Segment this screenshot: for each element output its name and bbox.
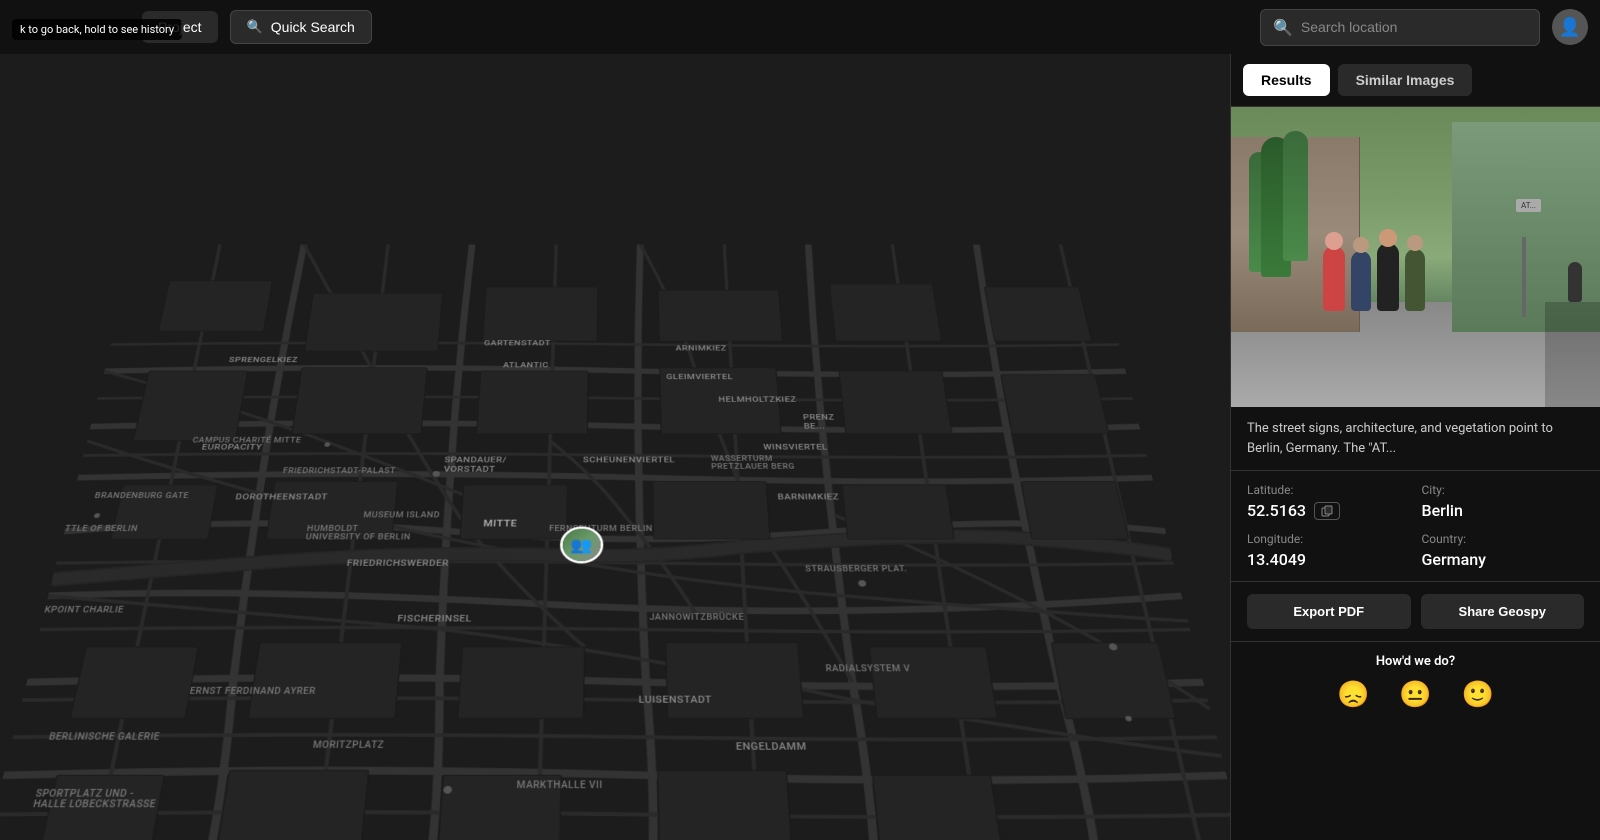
city-item: City: Berlin	[1422, 483, 1585, 520]
share-geospy-button[interactable]: Share Geospy	[1421, 594, 1585, 629]
feedback-bad-button[interactable]: 😞	[1337, 679, 1369, 710]
quick-search-label: Quick Search	[271, 19, 355, 35]
tab-results[interactable]: Results	[1243, 64, 1330, 96]
quick-search-button[interactable]: 🔍 Quick Search	[230, 10, 372, 44]
latitude-label: Latitude:	[1247, 483, 1410, 497]
photo-marker[interactable]: 👥	[560, 526, 604, 563]
location-search-input[interactable]	[1301, 19, 1527, 35]
latitude-item: Latitude: 52.5163	[1247, 483, 1410, 520]
panel-description: The street signs, architecture, and vege…	[1231, 407, 1600, 471]
map-roads-svg	[0, 245, 1230, 840]
search-icon: 🔍	[247, 19, 263, 35]
panel-tabs: Results Similar Images	[1231, 54, 1600, 107]
panel-actions: Export PDF Share Geospy	[1231, 582, 1600, 642]
panel-image: AT...	[1231, 107, 1600, 407]
back-tooltip: k to go back, hold to see history	[12, 19, 182, 40]
user-avatar[interactable]: 👤	[1552, 9, 1588, 45]
map-area[interactable]: SPRENGELKIEZ EUROPACITY GARTENSTADT ATLA…	[0, 54, 1230, 840]
panel-data: Latitude: 52.5163 City: Berlin Longitude…	[1231, 471, 1600, 582]
main-content: SPRENGELKIEZ EUROPACITY GARTENSTADT ATLA…	[0, 54, 1600, 840]
right-panel: Results Similar Images	[1230, 54, 1600, 840]
feedback-neutral-button[interactable]: 😐	[1399, 679, 1431, 710]
feedback-section: How'd we do? 😞 😐 🙂	[1231, 642, 1600, 722]
country-item: Country: Germany	[1422, 532, 1585, 569]
feedback-label: How'd we do?	[1247, 654, 1584, 669]
feedback-good-button[interactable]: 🙂	[1462, 679, 1494, 710]
longitude-label: Longitude:	[1247, 532, 1410, 546]
export-pdf-button[interactable]: Export PDF	[1247, 594, 1411, 629]
app-header: k to go back, hold to see history Projec…	[0, 0, 1600, 54]
map-canvas: SPRENGELKIEZ EUROPACITY GARTENSTADT ATLA…	[0, 54, 1230, 840]
longitude-item: Longitude: 13.4049	[1247, 532, 1410, 569]
city-label: City:	[1422, 483, 1585, 497]
location-search-box[interactable]: 🔍	[1260, 9, 1540, 46]
copy-latitude-button[interactable]	[1314, 502, 1340, 520]
longitude-value: 13.4049	[1247, 550, 1410, 569]
country-label: Country:	[1422, 532, 1585, 546]
latitude-value: 52.5163	[1247, 501, 1410, 520]
country-value: Germany	[1422, 550, 1585, 569]
feedback-emojis: 😞 😐 🙂	[1247, 679, 1584, 710]
tab-similar-images[interactable]: Similar Images	[1338, 64, 1473, 96]
city-value: Berlin	[1422, 501, 1585, 520]
location-search-icon: 🔍	[1273, 18, 1293, 37]
